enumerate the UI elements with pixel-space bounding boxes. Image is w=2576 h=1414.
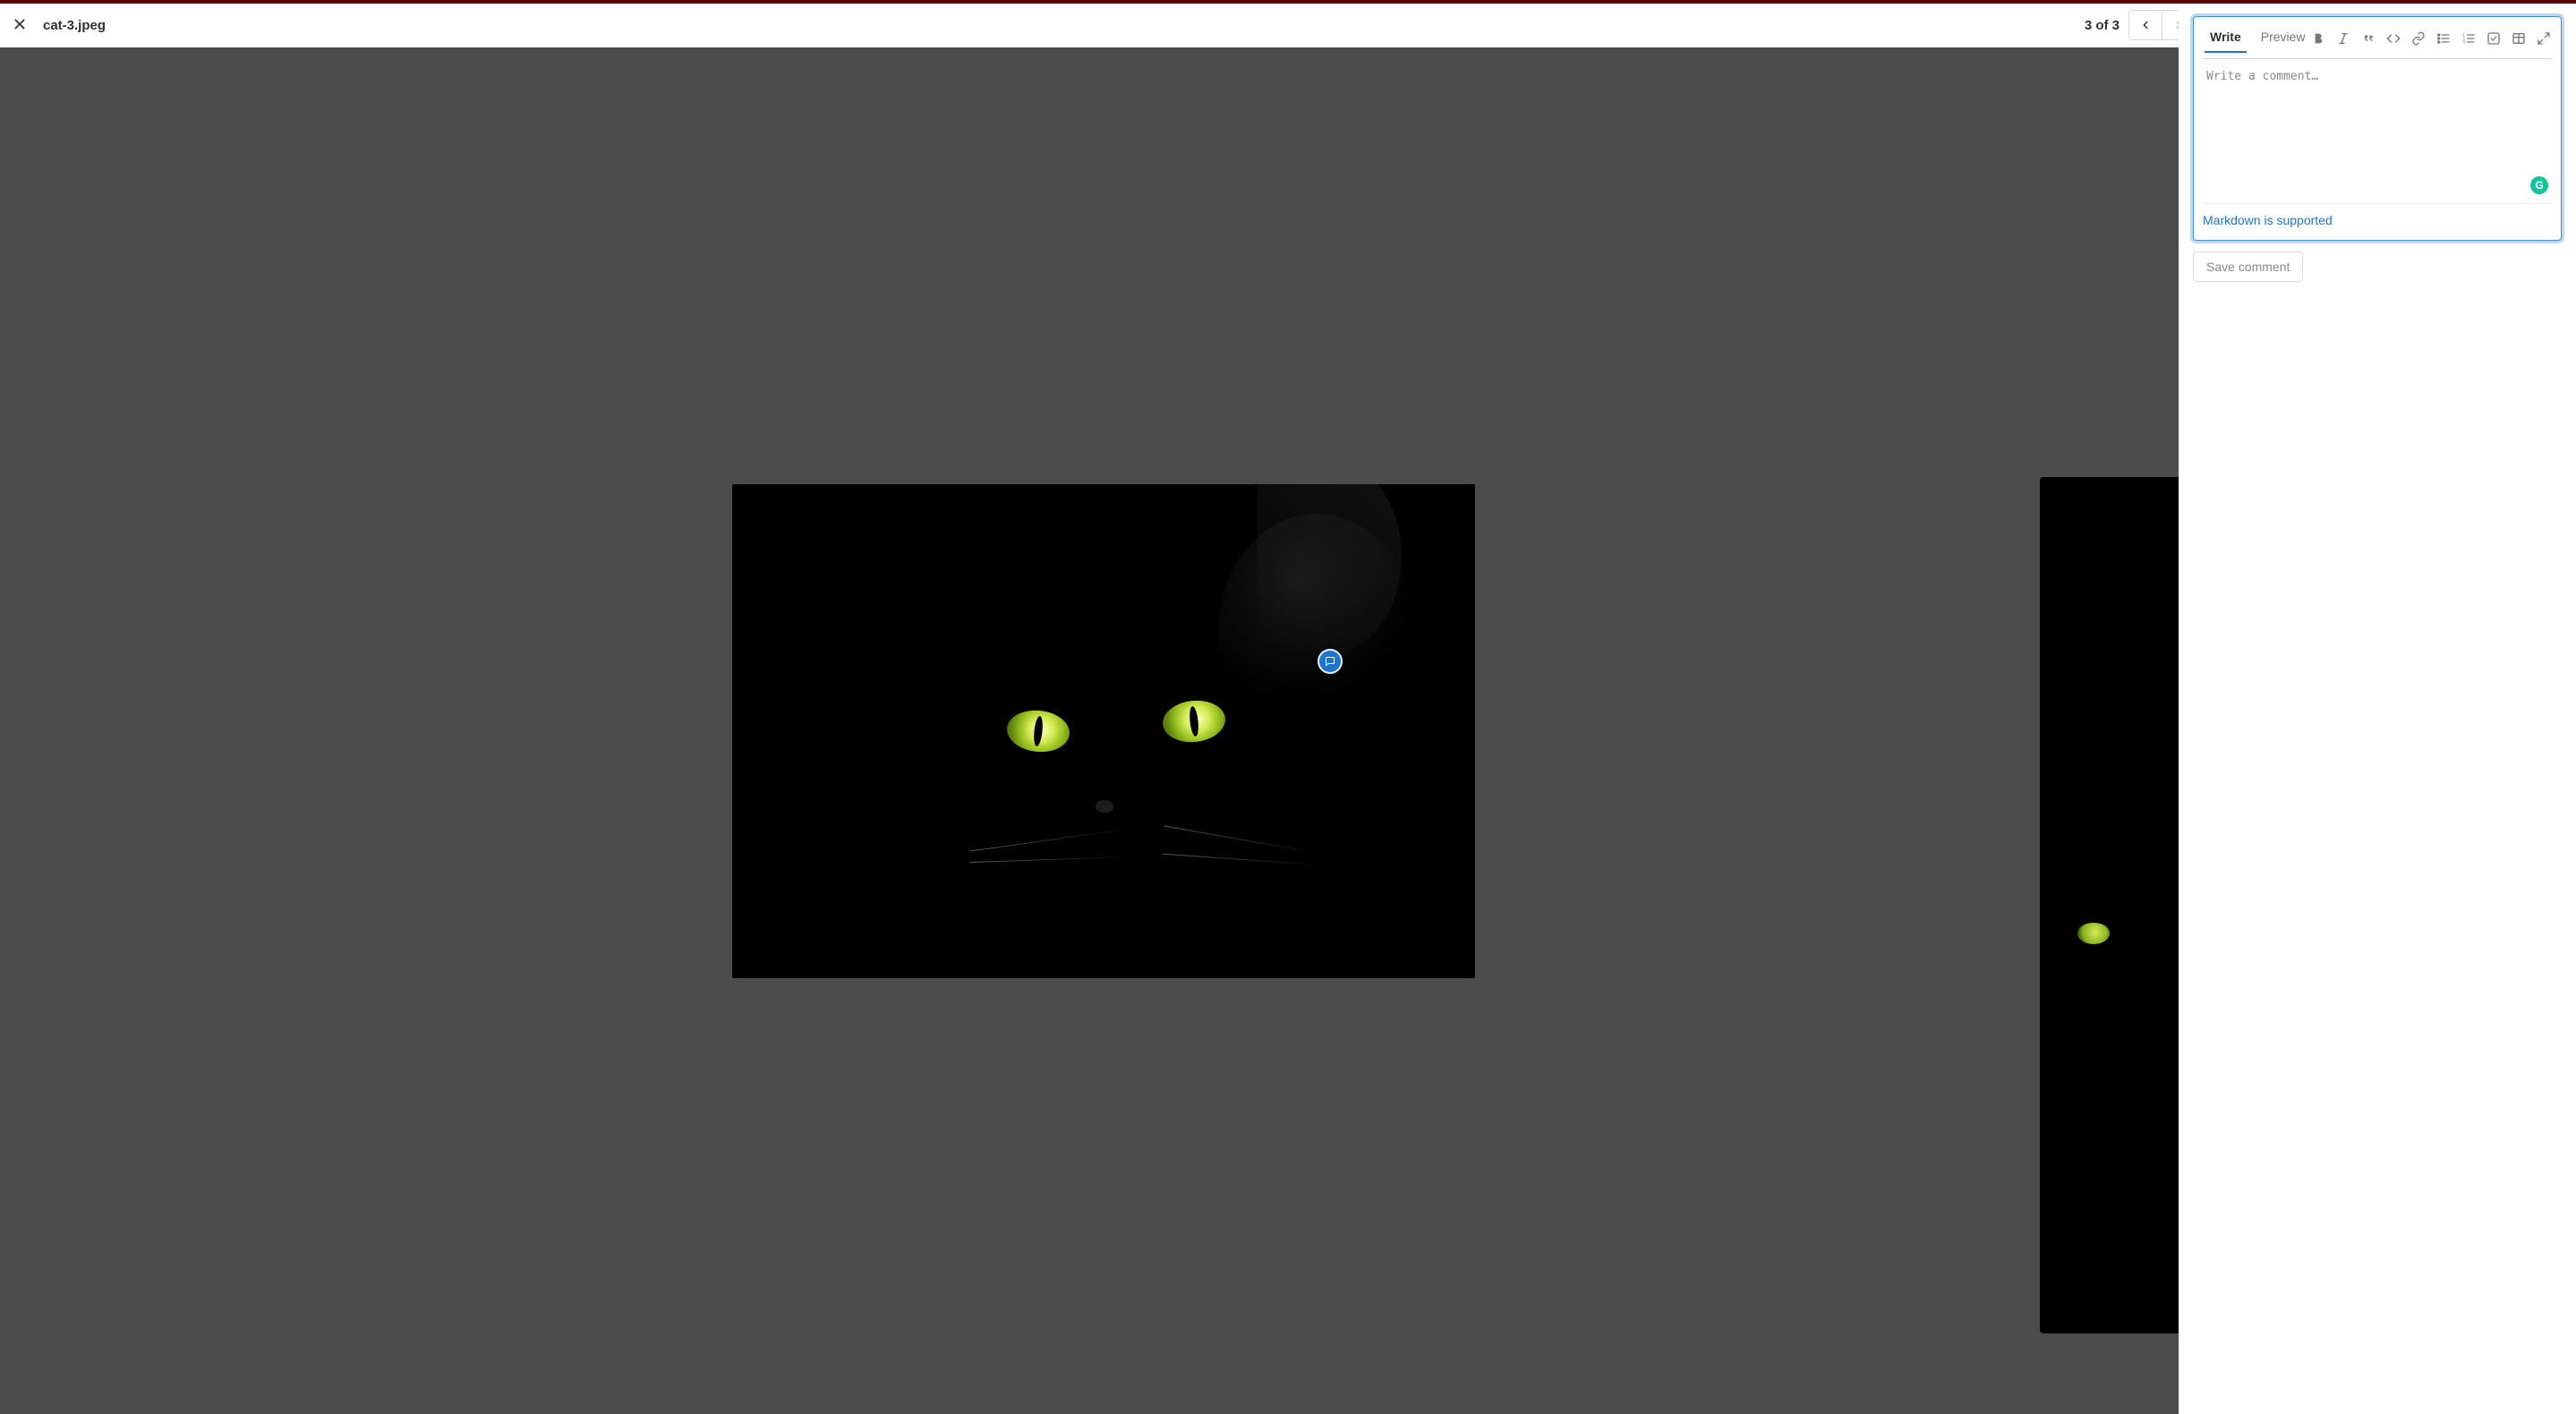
editor-toolbar: 123 <box>2311 31 2551 46</box>
editor-tabs: Write Preview <box>2203 22 2552 53</box>
comment-pin[interactable] <box>1318 649 1343 674</box>
numbered-list-button[interactable]: 123 <box>2461 31 2476 46</box>
comment-textarea[interactable] <box>2203 59 2559 195</box>
svg-text:3: 3 <box>2462 39 2465 44</box>
close-button[interactable] <box>7 12 32 39</box>
task-list-button[interactable] <box>2486 31 2501 46</box>
comment-icon <box>1325 656 1335 667</box>
prev-button[interactable] <box>2128 10 2162 40</box>
image-index: 3 of 3 <box>2085 18 2120 33</box>
bold-button[interactable] <box>2311 31 2325 46</box>
quote-button[interactable] <box>2361 31 2376 46</box>
comment-textarea-wrap: G <box>2203 58 2552 200</box>
divider <box>2203 203 2552 204</box>
comment-panel: Write Preview <box>2179 4 2576 1414</box>
italic-button[interactable] <box>2336 31 2350 46</box>
image-filename: cat-3.jpeg <box>43 18 106 33</box>
code-button[interactable] <box>2386 31 2401 46</box>
image-viewer-header: cat-3.jpeg 3 of 3 <box>0 4 2206 47</box>
tab-preview[interactable]: Preview <box>2256 24 2311 53</box>
displayed-image[interactable] <box>732 484 1475 978</box>
chevron-left-icon <box>2139 19 2152 31</box>
table-button[interactable] <box>2512 31 2526 46</box>
grammarly-badge[interactable]: G <box>2530 176 2548 194</box>
link-button[interactable] <box>2411 31 2426 46</box>
editor-card: Write Preview <box>2193 16 2562 241</box>
bulleted-list-button[interactable] <box>2436 31 2451 46</box>
tab-write[interactable]: Write <box>2205 24 2247 53</box>
save-comment-button[interactable]: Save comment <box>2193 251 2303 282</box>
image-viewer-body <box>0 47 2206 1414</box>
markdown-help-link[interactable]: Markdown is supported <box>2203 213 2333 227</box>
close-icon <box>13 17 27 31</box>
image-viewer: cat-3.jpeg 3 of 3 <box>0 4 2207 1414</box>
fullscreen-button[interactable] <box>2537 31 2551 46</box>
